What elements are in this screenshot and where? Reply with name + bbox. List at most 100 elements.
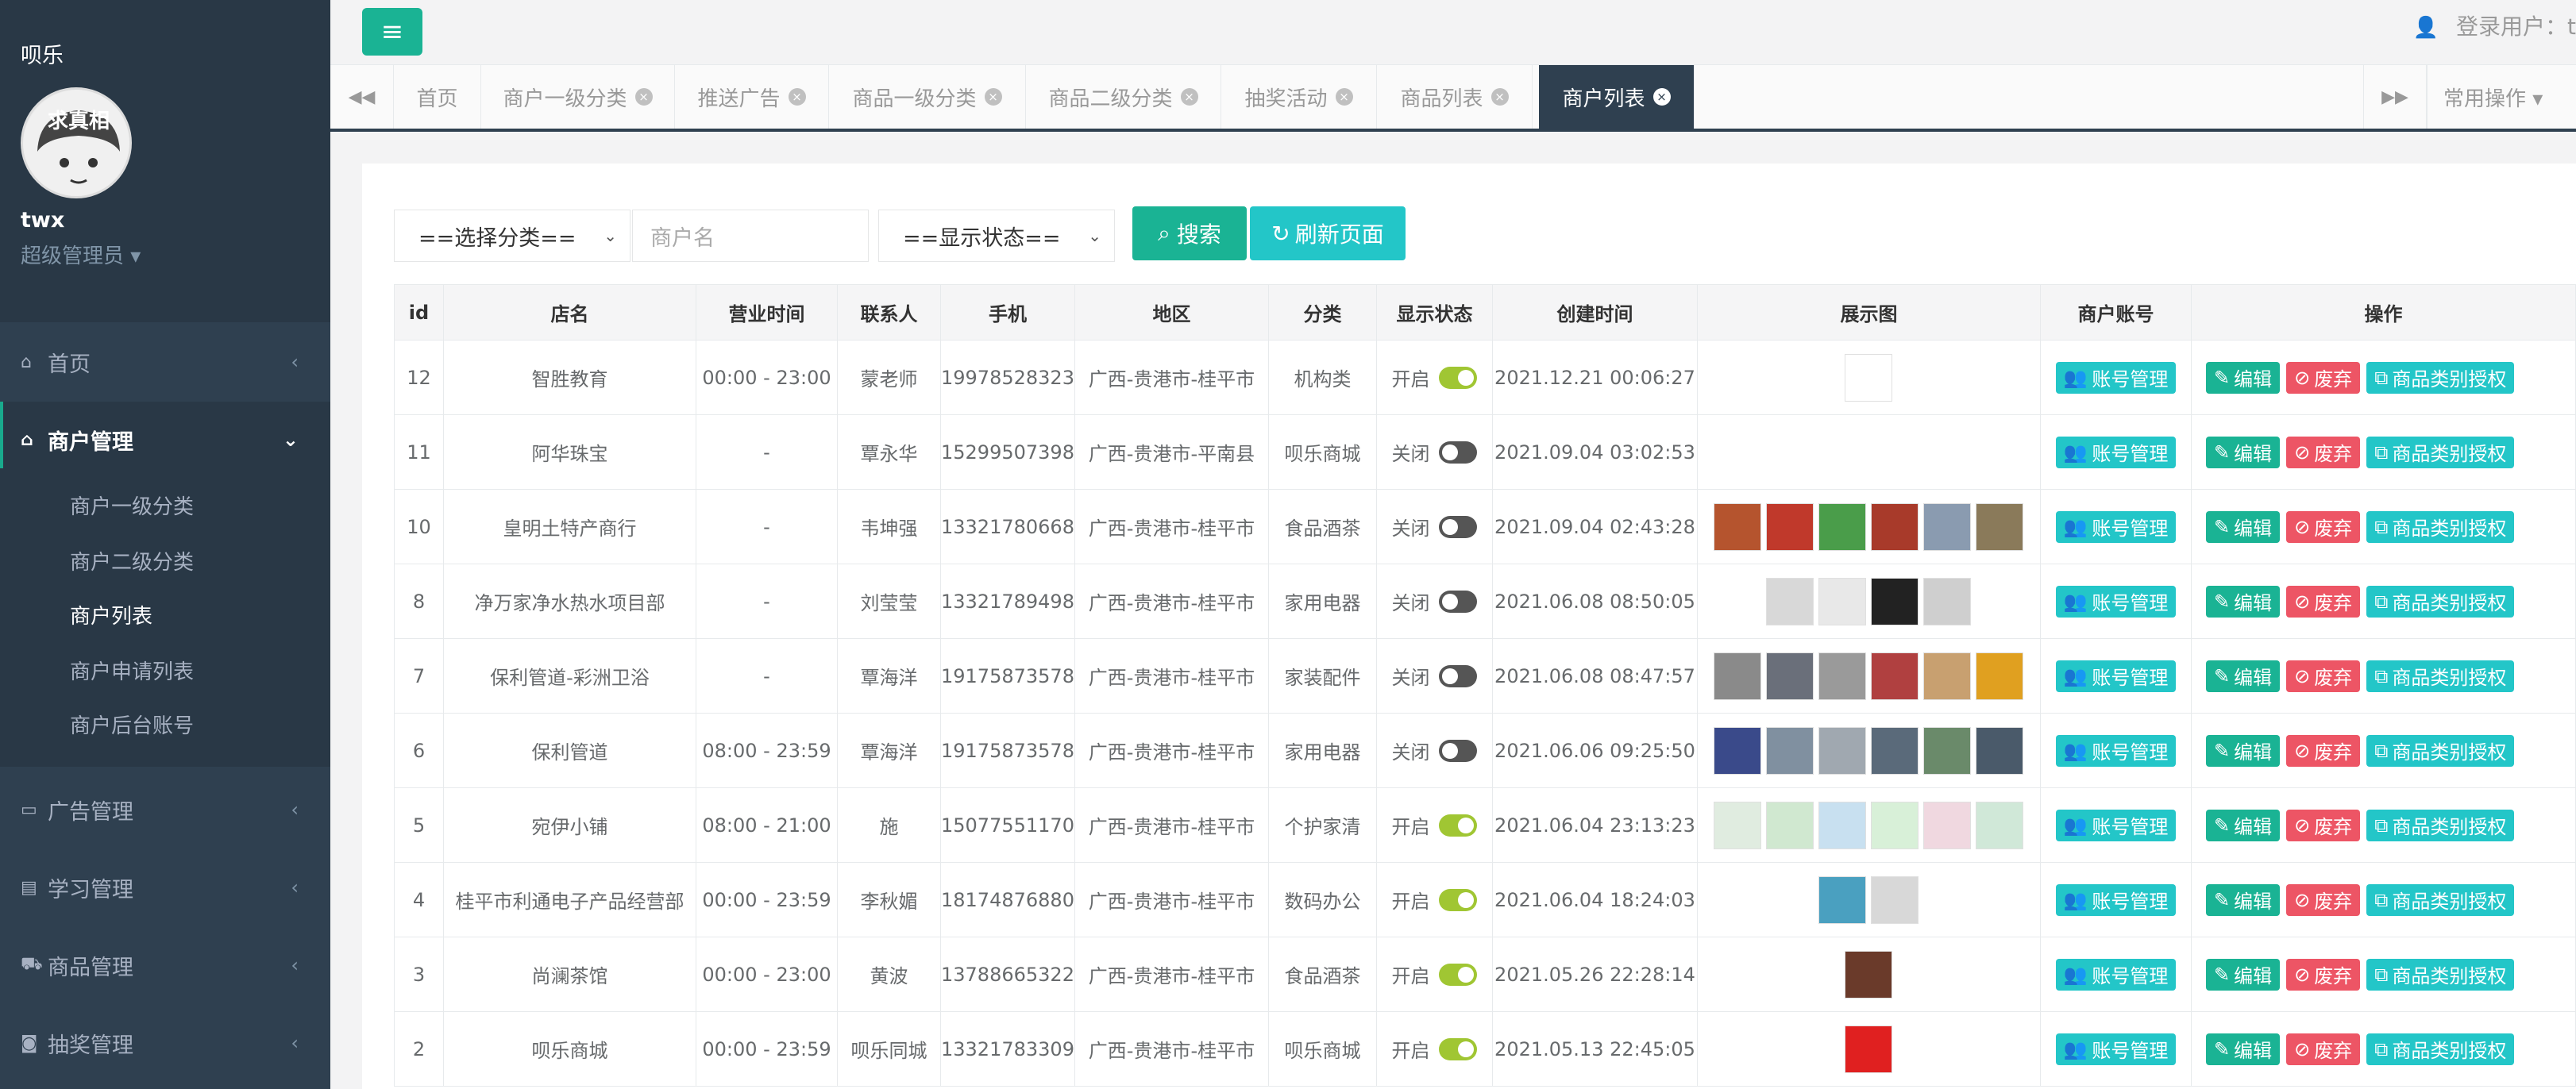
status-select[interactable]: ==显示状态== ⌄	[878, 210, 1115, 262]
category-authorize-button[interactable]: ⧉ 商品类别授权	[2366, 361, 2515, 394]
sidebar-item-products[interactable]: ⛟ 商品管理 ‹	[0, 927, 330, 1003]
refresh-button[interactable]: ↻ 刷新页面	[1250, 206, 1406, 260]
tab-push-ads[interactable]: 推送广告 ×	[675, 65, 829, 129]
category-authorize-button[interactable]: ⧉ 商品类别授权	[2366, 883, 2515, 916]
edit-button[interactable]: ✎ 编辑	[2205, 809, 2281, 841]
thumbnail-image[interactable]	[1976, 801, 2024, 849]
column-header[interactable]: 显示状态	[1375, 284, 1493, 341]
edit-button[interactable]: ✎ 编辑	[2205, 883, 2281, 916]
category-select[interactable]: ==选择分类== ⌄	[394, 210, 631, 262]
thumbnail-image[interactable]	[1923, 577, 1972, 625]
thumbnail-image[interactable]	[1818, 875, 1867, 924]
thumbnail-image[interactable]	[1976, 502, 2024, 551]
account-manage-button[interactable]: 👥 账号管理	[2055, 734, 2177, 767]
column-header[interactable]: 分类	[1267, 284, 1377, 341]
edit-button[interactable]: ✎ 编辑	[2205, 585, 2281, 618]
tabs-scroll-left-button[interactable]: ◀◀	[330, 65, 394, 129]
category-authorize-button[interactable]: ⧉ 商品类别授权	[2366, 958, 2515, 991]
discard-button[interactable]: ⊘ 废弃	[2286, 1033, 2361, 1065]
user-role-dropdown[interactable]: 超级管理员 ▾	[21, 240, 141, 269]
tab-home[interactable]: 首页	[394, 65, 481, 129]
submenu-merchant-list[interactable]: 商户列表	[70, 600, 152, 629]
sidebar-item-learning[interactable]: ▤ 学习管理 ‹	[0, 849, 330, 925]
edit-button[interactable]: ✎ 编辑	[2205, 436, 2281, 468]
thumbnail-image[interactable]	[1871, 875, 1919, 924]
submenu-merchant-applications[interactable]: 商户申请列表	[70, 656, 194, 685]
thumbnail-image[interactable]	[1818, 801, 1867, 849]
column-header[interactable]: 操作	[2190, 284, 2576, 341]
discard-button[interactable]: ⊘ 废弃	[2286, 436, 2361, 468]
thumbnail-image[interactable]	[1871, 726, 1919, 775]
edit-button[interactable]: ✎ 编辑	[2205, 1033, 2281, 1065]
discard-button[interactable]: ⊘ 废弃	[2286, 361, 2361, 394]
sidebar-item-merchant[interactable]: ⌂ 商户管理 ⌄	[0, 402, 330, 478]
account-manage-button[interactable]: 👥 账号管理	[2055, 585, 2177, 618]
thumbnail-image[interactable]	[1845, 950, 1893, 999]
common-operations-dropdown[interactable]: 常用操作 ▾	[2427, 65, 2576, 129]
discard-button[interactable]: ⊘ 废弃	[2286, 883, 2361, 916]
discard-button[interactable]: ⊘ 废弃	[2286, 734, 2361, 767]
thumbnail-image[interactable]	[1714, 652, 1762, 700]
column-header[interactable]: 手机	[940, 284, 1075, 341]
account-manage-button[interactable]: 👥 账号管理	[2055, 660, 2177, 692]
account-manage-button[interactable]: 👥 账号管理	[2055, 361, 2177, 394]
status-toggle[interactable]	[1439, 441, 1478, 464]
column-header[interactable]: 创建时间	[1491, 284, 1698, 341]
account-manage-button[interactable]: 👥 账号管理	[2055, 510, 2177, 543]
thumbnail-image[interactable]	[1714, 726, 1762, 775]
tab-merchant-list[interactable]: 商户列表 ×	[1539, 65, 1695, 129]
tab-lottery[interactable]: 抽奖活动 ×	[1221, 65, 1377, 129]
status-toggle[interactable]	[1439, 664, 1478, 687]
status-toggle[interactable]	[1439, 366, 1478, 389]
thumbnail-image[interactable]	[1714, 801, 1762, 849]
thumbnail-image[interactable]	[1923, 652, 1972, 700]
search-button[interactable]: ⌕ 搜索	[1132, 206, 1247, 260]
edit-button[interactable]: ✎ 编辑	[2205, 361, 2281, 394]
account-manage-button[interactable]: 👥 账号管理	[2055, 1033, 2177, 1065]
thumbnail-image[interactable]	[1818, 577, 1867, 625]
close-icon[interactable]: ×	[1335, 88, 1353, 106]
column-header[interactable]: 营业时间	[696, 284, 838, 341]
discard-button[interactable]: ⊘ 废弃	[2286, 660, 2361, 692]
tabs-scroll-right-button[interactable]: ▶▶	[2363, 65, 2427, 129]
edit-button[interactable]: ✎ 编辑	[2205, 958, 2281, 991]
column-header[interactable]: id	[394, 284, 444, 341]
thumbnail-image[interactable]	[1818, 726, 1867, 775]
thumbnail-image[interactable]	[1818, 652, 1867, 700]
column-header[interactable]: 联系人	[837, 284, 941, 341]
thumbnail-image[interactable]	[1923, 726, 1972, 775]
thumbnail-image[interactable]	[1871, 502, 1919, 551]
discard-button[interactable]: ⊘ 废弃	[2286, 958, 2361, 991]
thumbnail-image[interactable]	[1766, 652, 1814, 700]
tab-product-category-2[interactable]: 商品二级分类 ×	[1026, 65, 1221, 129]
thumbnail-image[interactable]	[1976, 652, 2024, 700]
account-manage-button[interactable]: 👥 账号管理	[2055, 958, 2177, 991]
submenu-merchant-category-2[interactable]: 商户二级分类	[70, 546, 194, 575]
thumbnail-image[interactable]	[1714, 502, 1762, 551]
status-toggle[interactable]	[1439, 814, 1478, 837]
menu-toggle-button[interactable]: ≡	[362, 8, 422, 56]
status-toggle[interactable]	[1439, 1037, 1478, 1060]
category-authorize-button[interactable]: ⧉ 商品类别授权	[2366, 1033, 2515, 1065]
tab-product-category-1[interactable]: 商品一级分类 ×	[829, 65, 1026, 129]
close-icon[interactable]: ×	[1490, 88, 1509, 106]
edit-button[interactable]: ✎ 编辑	[2205, 510, 2281, 543]
discard-button[interactable]: ⊘ 废弃	[2286, 585, 2361, 618]
account-manage-button[interactable]: 👥 账号管理	[2055, 883, 2177, 916]
thumbnail-image[interactable]	[1871, 652, 1919, 700]
column-header[interactable]: 地区	[1074, 284, 1269, 341]
thumbnail-image[interactable]	[1923, 502, 1972, 551]
close-icon[interactable]: ×	[788, 88, 806, 106]
thumbnail-image[interactable]	[1818, 502, 1867, 551]
category-authorize-button[interactable]: ⧉ 商品类别授权	[2366, 510, 2515, 543]
thumbnail-image[interactable]	[1766, 502, 1814, 551]
thumbnail-image[interactable]	[1766, 726, 1814, 775]
thumbnail-image[interactable]	[1766, 577, 1814, 625]
column-header[interactable]: 展示图	[1696, 284, 2041, 341]
status-toggle[interactable]	[1439, 515, 1478, 538]
merchant-name-input[interactable]: 商户名	[632, 210, 869, 262]
sidebar-item-home[interactable]: ⌂ 首页 ‹	[0, 324, 330, 400]
login-user[interactable]: 👤 登录用户：t	[2413, 10, 2576, 41]
submenu-merchant-category-1[interactable]: 商户一级分类	[70, 491, 194, 520]
sidebar-item-ads[interactable]: ▭ 广告管理 ‹	[0, 772, 330, 848]
